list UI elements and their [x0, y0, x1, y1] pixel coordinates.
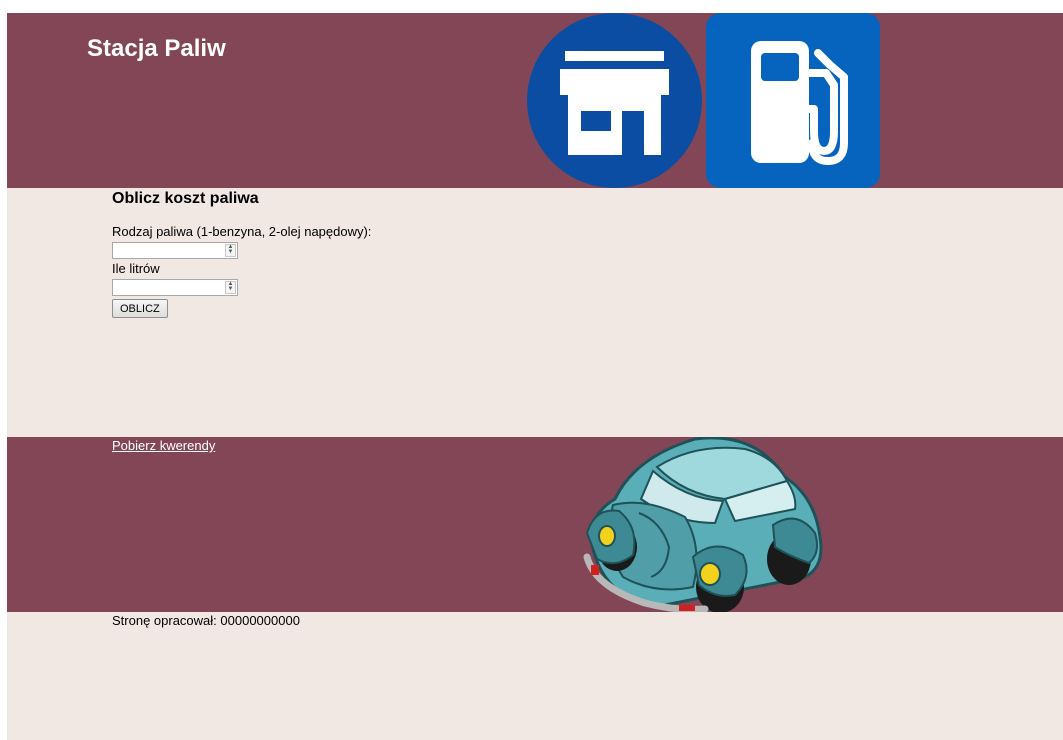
queries-section: Pobierz kwerendy: [7, 437, 1063, 612]
form-heading: Oblicz koszt paliwa: [112, 190, 259, 207]
calculator-section: Oblicz koszt paliwa Rodzaj paliwa (1-ben…: [7, 188, 1063, 437]
page-title: Stacja Paliw: [87, 35, 226, 62]
shop-icon: [527, 13, 702, 188]
fuel-type-label: Rodzaj paliwa (1-benzyna, 2-olej napędow…: [112, 224, 372, 239]
calculate-button[interactable]: OBLICZ: [112, 299, 168, 318]
download-queries-link[interactable]: Pobierz kwerendy: [112, 438, 215, 453]
liters-input[interactable]: ▲ ▼: [112, 279, 238, 296]
spinner-icon[interactable]: ▲ ▼: [225, 281, 236, 294]
liters-label: Ile litrów: [112, 261, 160, 276]
footer-author: Stronę opracował: 00000000000: [112, 613, 300, 628]
spinner-icon[interactable]: ▲ ▼: [225, 244, 236, 257]
footer: Stronę opracował: 00000000000: [7, 612, 1063, 740]
header-banner: Stacja Paliw: [7, 13, 1063, 188]
car-illustration: [583, 437, 823, 613]
page: Stacja Paliw Oblicz koszt paliwa Rodzaj …: [7, 13, 1063, 740]
fuel-type-input[interactable]: ▲ ▼: [112, 242, 238, 259]
fuel-pump-icon: [706, 13, 880, 188]
